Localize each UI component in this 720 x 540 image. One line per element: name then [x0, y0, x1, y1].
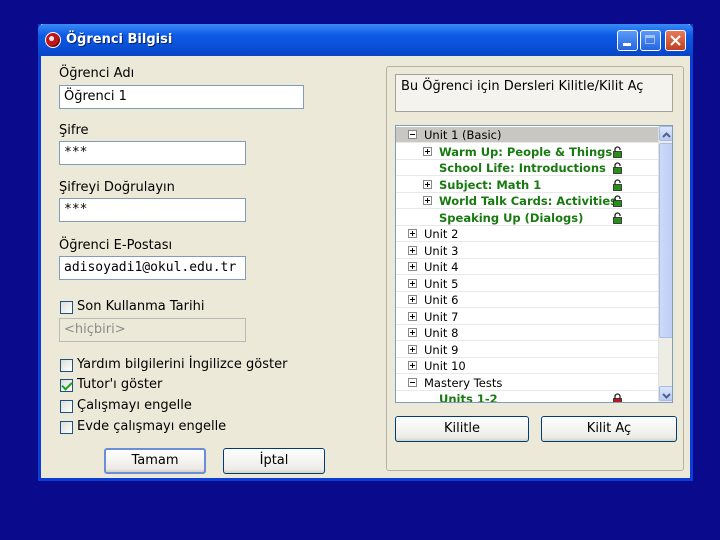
lesson-tree-row[interactable]: Unit 2	[396, 226, 658, 242]
scroll-up-button[interactable]	[659, 126, 672, 141]
title-bar[interactable]: Öğrenci Bilgisi	[38, 24, 693, 56]
lesson-tree-row[interactable]: Unit 1 (Basic)	[396, 127, 658, 143]
expiry-date-label: Son Kullanma Tarihi	[77, 299, 205, 314]
lesson-tree-label: Subject: Math 1	[439, 177, 542, 192]
expiry-date-field: <hiçbiri>	[59, 318, 246, 342]
option-checkbox[interactable]	[60, 421, 73, 434]
chevron-down-icon	[662, 393, 671, 399]
lesson-lock-panel: Bu Öğrenci için Dersleri Kilitle/Kilit A…	[386, 66, 684, 471]
option-label: Tutor'ı göster	[77, 377, 163, 392]
expand-icon[interactable]	[408, 344, 417, 354]
close-button[interactable]	[665, 30, 686, 51]
expiry-date-checkbox[interactable]	[60, 301, 73, 314]
student-email-label: Öğrenci E-Postası	[59, 238, 173, 253]
lesson-tree-label: Warm Up: People & Things	[439, 144, 613, 159]
ok-button[interactable]: Tamam	[104, 448, 206, 474]
lesson-tree-label: Unit 3	[424, 243, 459, 258]
cancel-button[interactable]: İptal	[223, 448, 325, 474]
lesson-tree-row[interactable]: World Talk Cards: Activities	[396, 193, 658, 209]
lesson-tree-row[interactable]: Unit 3	[396, 243, 658, 259]
expand-icon[interactable]	[408, 361, 417, 370]
lesson-tree-label: Unit 7	[424, 309, 459, 324]
lesson-tree-row[interactable]: Subject: Math 1	[396, 177, 658, 193]
lesson-tree-label: Speaking Up (Dialogs)	[439, 210, 584, 225]
minimize-button[interactable]	[617, 30, 638, 51]
confirm-password-input[interactable]: ***	[59, 198, 246, 222]
lesson-tree-row[interactable]: Unit 6	[396, 292, 658, 308]
unlock-button[interactable]: Kilit Aç	[541, 416, 677, 442]
student-info-window: Öğrenci Bilgisi Öğrenci Adı Öğrenci 1 Şi…	[38, 24, 693, 481]
collapse-icon[interactable]	[408, 130, 417, 139]
expand-icon[interactable]	[408, 245, 417, 255]
lesson-tree-row[interactable]: Unit 8	[396, 325, 658, 341]
tree-scrollbar[interactable]	[658, 126, 672, 402]
lesson-tree-label: Unit 9	[424, 342, 459, 357]
expand-icon[interactable]	[423, 196, 432, 205]
password-input[interactable]: ***	[59, 141, 246, 165]
lesson-tree-row[interactable]: Mastery Tests	[396, 375, 658, 391]
lesson-tree-label: Unit 1 (Basic)	[424, 128, 502, 142]
lesson-tree-label: Unit 5	[424, 276, 459, 291]
lesson-lock-header: Bu Öğrenci için Dersleri Kilitle/Kilit A…	[395, 74, 673, 112]
student-name-input[interactable]: Öğrenci 1	[59, 85, 304, 109]
lesson-tree-label: Unit 10	[424, 359, 466, 373]
lesson-tree-label: Unit 2	[424, 227, 459, 241]
locked-icon	[613, 393, 622, 402]
expand-icon[interactable]	[408, 328, 417, 337]
unlocked-icon	[613, 211, 622, 224]
lesson-tree-row[interactable]: Unit 4	[396, 259, 658, 275]
lesson-tree-row[interactable]: Warm Up: People & Things	[396, 144, 658, 160]
scroll-down-button[interactable]	[659, 386, 672, 401]
unlocked-icon	[613, 162, 622, 174]
option-label: Yardım bilgilerini İngilizce göster	[77, 357, 288, 372]
unlocked-icon	[613, 178, 622, 191]
close-icon	[670, 35, 681, 46]
lesson-tree-row[interactable]: Unit 10	[396, 358, 658, 374]
unlocked-icon	[613, 145, 622, 158]
lesson-tree-label: World Talk Cards: Activities	[439, 194, 617, 208]
unlocked-icon	[613, 195, 622, 207]
lesson-tree-row[interactable]: Unit 5	[396, 276, 658, 292]
chevron-up-icon	[662, 132, 671, 138]
password-label: Şifre	[59, 123, 89, 138]
maximize-button	[640, 30, 661, 51]
student-email-input[interactable]: adisoyadi1@okul.edu.tr	[59, 256, 246, 280]
expand-icon[interactable]	[408, 311, 417, 321]
collapse-icon[interactable]	[408, 377, 417, 387]
scroll-thumb[interactable]	[659, 143, 672, 338]
lesson-tree-label: Units 1-2	[439, 392, 498, 403]
lesson-tree-label: Unit 8	[424, 326, 459, 340]
lesson-tree-label: Unit 6	[424, 293, 459, 307]
expand-icon[interactable]	[408, 262, 417, 271]
lesson-tree-row[interactable]: Units 1-2	[396, 391, 658, 403]
expand-icon[interactable]	[423, 179, 432, 189]
confirm-password-label: Şifreyi Doğrulayın	[59, 180, 175, 195]
option-label: Evde çalışmayı engelle	[77, 419, 227, 434]
dialog-body: Öğrenci Adı Öğrenci 1 Şifre *** Şifreyi …	[41, 56, 690, 478]
app-icon	[45, 32, 61, 48]
option-checkbox[interactable]	[60, 379, 73, 392]
option-label: Çalışmayı engelle	[77, 398, 192, 413]
lesson-tree-label: Mastery Tests	[424, 375, 503, 390]
option-checkbox[interactable]	[60, 359, 73, 372]
lesson-tree-row[interactable]: Speaking Up (Dialogs)	[396, 210, 658, 226]
expand-icon[interactable]	[408, 229, 417, 238]
lesson-tree[interactable]: Unit 1 (Basic) Warm Up: People & Things Sc…	[395, 125, 673, 403]
lock-button[interactable]: Kilitle	[395, 416, 529, 442]
window-title: Öğrenci Bilgisi	[66, 32, 173, 47]
lesson-tree-label: School Life: Introductions	[439, 161, 606, 175]
lesson-tree-label: Unit 4	[424, 260, 459, 274]
option-checkbox[interactable]	[60, 400, 73, 413]
student-name-label: Öğrenci Adı	[59, 66, 135, 81]
expand-icon[interactable]	[408, 278, 417, 288]
lesson-tree-row[interactable]: Unit 7	[396, 309, 658, 325]
lesson-tree-row[interactable]: Unit 9	[396, 342, 658, 358]
expand-icon[interactable]	[408, 295, 417, 304]
lesson-tree-row[interactable]: School Life: Introductions	[396, 160, 658, 176]
expand-icon[interactable]	[423, 146, 432, 156]
